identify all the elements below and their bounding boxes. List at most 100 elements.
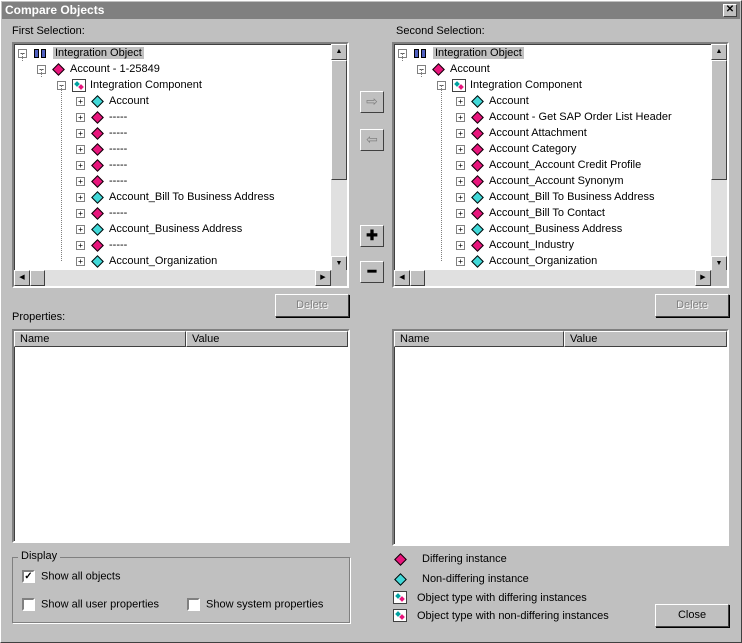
- value-column-header[interactable]: Value: [186, 331, 348, 347]
- tree-item-node[interactable]: + Account_Account Credit Profile: [456, 157, 641, 173]
- copy-left-arrow-icon[interactable]: ⇦: [360, 129, 384, 151]
- expand-icon[interactable]: +: [76, 192, 85, 202]
- name-column-header[interactable]: Name: [14, 331, 186, 347]
- tree-item-node[interactable]: + Account: [76, 93, 149, 109]
- tree-node-label: -----: [109, 175, 128, 187]
- tree-account-node[interactable]: − Account: [417, 61, 490, 77]
- first-tree-vscrollbar[interactable]: ▲ ▼: [331, 44, 347, 272]
- show-all-objects-label: Show all objects: [41, 570, 121, 583]
- scroll-thumb[interactable]: [331, 60, 347, 180]
- scroll-thumb[interactable]: [711, 60, 727, 180]
- value-column-header[interactable]: Value: [564, 331, 727, 347]
- second-tree-hscrollbar[interactable]: ◀ ▶: [394, 270, 711, 286]
- tree-node-label: Account_Business Address: [109, 223, 243, 235]
- second-selection-tree[interactable]: − Integration Object − Account − Integration …: [392, 42, 729, 288]
- tree-item-node[interactable]: + Account_Bill To Contact: [456, 205, 605, 221]
- differing-diamond-icon: [91, 126, 104, 140]
- tree-component-node[interactable]: − Integration Component: [437, 77, 582, 93]
- expand-icon[interactable]: +: [76, 240, 85, 250]
- tree-item-node[interactable]: + Account_Business Address: [76, 221, 242, 237]
- expand-icon[interactable]: +: [456, 128, 465, 138]
- tree-item-node[interactable]: + -----: [76, 173, 127, 189]
- expand-icon[interactable]: +: [456, 192, 465, 202]
- close-window-button[interactable]: ✕: [723, 4, 737, 17]
- second-tree-vscrollbar[interactable]: ▲ ▼: [711, 44, 727, 272]
- expand-icon[interactable]: +: [76, 128, 85, 138]
- show-all-objects-option[interactable]: ✓ Show all objects: [22, 570, 121, 583]
- legend-non-differing: Non-differing instance: [394, 572, 529, 586]
- expand-icon[interactable]: +: [456, 224, 465, 234]
- tree-item-node[interactable]: + Account_Business Address: [456, 221, 622, 237]
- tree-component-node[interactable]: − Integration Component: [57, 77, 202, 93]
- scroll-thumb[interactable]: [30, 270, 45, 286]
- tree-item-node[interactable]: + Account: [456, 93, 529, 109]
- show-all-user-properties-option[interactable]: Show all user properties: [22, 598, 159, 611]
- expand-icon[interactable]: +: [456, 160, 465, 170]
- scroll-right-icon[interactable]: ▶: [695, 270, 711, 286]
- first-selection-tree[interactable]: − Integration Object − Account - 1-25849− In…: [12, 42, 349, 288]
- delete-second-button[interactable]: Delete: [655, 294, 729, 317]
- differing-diamond-icon: [471, 126, 484, 140]
- tree-account-node[interactable]: − Account - 1-25849: [37, 61, 160, 77]
- expand-icon[interactable]: +: [456, 208, 465, 218]
- show-all-user-properties-checkbox[interactable]: [22, 598, 35, 611]
- tree-root-node[interactable]: − Integration Object: [18, 45, 144, 61]
- expand-icon[interactable]: +: [456, 240, 465, 250]
- integration-object-icon: [33, 46, 49, 60]
- scroll-up-icon[interactable]: ▲: [331, 44, 347, 60]
- display-group: [12, 557, 350, 623]
- expand-icon[interactable]: +: [76, 112, 85, 122]
- tree-node-label: Account Category: [489, 143, 577, 155]
- expand-icon[interactable]: +: [76, 160, 85, 170]
- tree-item-node[interactable]: + Account_Organization: [76, 253, 217, 269]
- close-button[interactable]: Close: [655, 604, 729, 627]
- tree-item-node[interactable]: + Account_Bill To Business Address: [76, 189, 275, 205]
- differing-diamond-icon: [471, 206, 484, 220]
- tree-item-node[interactable]: + -----: [76, 237, 127, 253]
- tree-item-node[interactable]: + Account_Bill To Business Address: [456, 189, 655, 205]
- scroll-left-icon[interactable]: ◀: [394, 270, 410, 286]
- collapse-all-icon[interactable]: ━: [360, 261, 384, 283]
- expand-icon[interactable]: +: [76, 224, 85, 234]
- expand-icon[interactable]: +: [76, 96, 85, 106]
- tree-item-node[interactable]: + Account - Get SAP Order List Header: [456, 109, 672, 125]
- tree-item-node[interactable]: + Account_Account Synonym: [456, 173, 624, 189]
- scroll-thumb[interactable]: [410, 270, 425, 286]
- tree-item-node[interactable]: + -----: [76, 205, 127, 221]
- expand-icon[interactable]: +: [76, 256, 85, 266]
- first-properties-list[interactable]: Name Value: [12, 329, 350, 543]
- expand-icon[interactable]: +: [456, 144, 465, 154]
- scroll-up-icon[interactable]: ▲: [711, 44, 727, 60]
- tree-item-node[interactable]: + Account_Organization: [456, 253, 597, 269]
- delete-first-button[interactable]: Delete: [275, 294, 349, 317]
- tree-item-node[interactable]: + Account_Industry: [456, 237, 574, 253]
- expand-icon[interactable]: +: [76, 144, 85, 154]
- tree-item-node[interactable]: + -----: [76, 141, 127, 157]
- legend-type-non-differing-label: Object type with non-differing instances: [417, 609, 609, 622]
- expand-icon[interactable]: +: [456, 96, 465, 106]
- expand-icon[interactable]: +: [456, 256, 465, 266]
- show-system-properties-checkbox[interactable]: [187, 598, 200, 611]
- second-properties-list[interactable]: Name Value: [392, 329, 729, 546]
- tree-item-node[interactable]: + -----: [76, 125, 127, 141]
- show-system-properties-option[interactable]: Show system properties: [187, 598, 323, 611]
- scroll-right-icon[interactable]: ▶: [315, 270, 331, 286]
- tree-root-node[interactable]: − Integration Object: [398, 45, 524, 61]
- tree-item-node[interactable]: + Account Attachment: [456, 125, 587, 141]
- tree-item-node[interactable]: + -----: [76, 109, 127, 125]
- first-tree-hscrollbar[interactable]: ◀ ▶: [14, 270, 331, 286]
- tree-item-node[interactable]: + -----: [76, 157, 127, 173]
- tree-item-node[interactable]: + Account Category: [456, 141, 576, 157]
- name-column-header[interactable]: Name: [394, 331, 564, 347]
- tree-connector-line: [441, 85, 442, 261]
- expand-icon[interactable]: +: [456, 176, 465, 186]
- scroll-left-icon[interactable]: ◀: [14, 270, 30, 286]
- expand-icon[interactable]: +: [76, 208, 85, 218]
- second-selection-label: Second Selection:: [396, 25, 485, 37]
- expand-icon[interactable]: +: [456, 112, 465, 122]
- expand-all-icon[interactable]: ✚: [360, 225, 384, 247]
- show-all-objects-checkbox[interactable]: ✓: [22, 570, 35, 583]
- copy-right-arrow-icon[interactable]: ⇨: [360, 91, 384, 113]
- expand-icon[interactable]: +: [76, 176, 85, 186]
- tree-connector-line: [22, 53, 23, 61]
